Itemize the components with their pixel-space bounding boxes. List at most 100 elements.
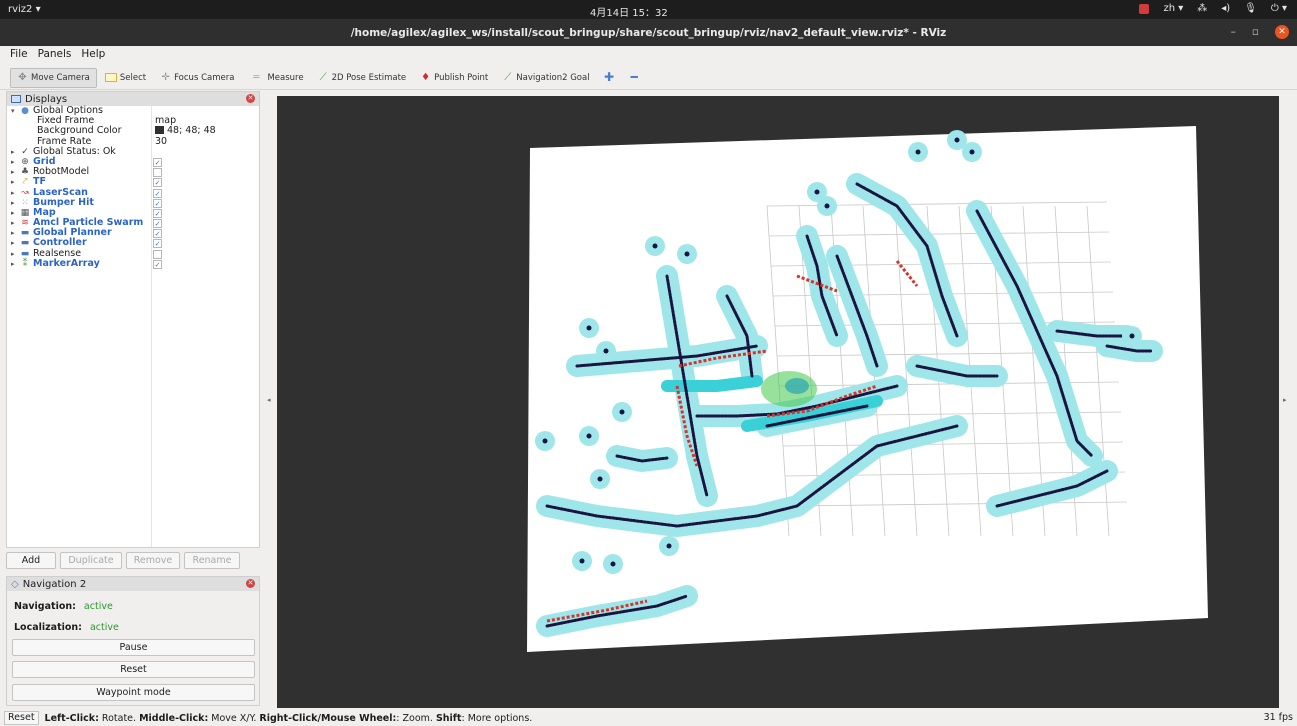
status-value: active <box>83 601 113 612</box>
minimize-icon[interactable]: – <box>1231 26 1236 38</box>
tool-2d-pose-estimate[interactable]: ⟋ 2D Pose Estimate <box>312 68 413 88</box>
expand-arrow-icon[interactable]: ▸ <box>11 259 15 269</box>
add-button[interactable]: Add <box>6 552 56 569</box>
panel-title: Displays <box>25 93 68 105</box>
hint-key: Middle-Click: <box>139 712 209 724</box>
tool-navigation2-goal[interactable]: ⟋ Navigation2 Goal <box>496 68 595 88</box>
expand-arrow-icon[interactable]: ▸ <box>11 238 15 248</box>
enable-checkbox[interactable]: ✓ <box>153 259 162 269</box>
notification-icon[interactable] <box>1139 3 1150 14</box>
obstacle-point <box>586 433 592 439</box>
language-indicator[interactable]: zh ▾ <box>1163 3 1183 14</box>
close-panel-icon[interactable]: ✕ <box>246 94 255 103</box>
duplicate-button[interactable]: Duplicate <box>60 552 122 569</box>
enable-checkbox[interactable]: ✓ <box>153 178 162 188</box>
menu-panels[interactable]: Panels <box>38 48 72 65</box>
tool-measure[interactable]: ═ Measure <box>242 68 309 88</box>
tree-label: MarkerArray <box>33 257 100 269</box>
tree-row-display[interactable]: ▸ ⁑ MarkerArray ✓ <box>7 257 259 269</box>
tool-publish-point[interactable]: ♦ Publish Point <box>414 68 494 88</box>
expand-arrow-icon[interactable]: ▸ <box>11 208 15 218</box>
enable-checkbox[interactable]: ✓ <box>153 157 162 167</box>
hint-key: Shift <box>435 712 462 724</box>
property-value[interactable]: 30 <box>155 136 167 147</box>
map-scene[interactable] <box>277 96 1279 708</box>
enable-checkbox[interactable]: ✓ <box>153 229 162 239</box>
expand-arrow-icon[interactable]: ▸ <box>11 147 15 157</box>
expand-arrow-icon[interactable]: ▸ <box>11 228 15 238</box>
enable-checkbox[interactable]: ✓ <box>153 198 162 208</box>
network-icon[interactable]: ⁂ <box>1197 3 1207 14</box>
window-title-bar[interactable]: /home/agilex/agilex_ws/install/scout_bri… <box>0 19 1297 46</box>
hint-key: Left-Click: <box>44 712 99 724</box>
expand-arrow-icon[interactable]: ▸ <box>11 218 15 228</box>
tool-add[interactable]: ✚ <box>598 68 621 88</box>
collapse-arrow-icon[interactable]: ▾ <box>11 106 15 116</box>
tree-row-display[interactable]: ▸ ⤤ TF ✓ <box>7 177 259 188</box>
volume-icon[interactable]: ◂) <box>1221 3 1230 14</box>
publish-point-icon: ♦ <box>421 72 431 83</box>
robot-model-icon: ♣ <box>20 167 30 178</box>
folder-icon: ▬ <box>20 228 30 239</box>
navigation2-panel-header: ◇ Navigation 2 ✕ <box>7 577 259 591</box>
mic-icon[interactable]: 🎙 <box>1244 3 1257 14</box>
enable-checkbox[interactable]: ✓ <box>153 208 162 218</box>
nav2-diamond-icon: ◇ <box>11 578 19 590</box>
minus-icon: ━ <box>630 70 638 84</box>
measure-icon: ═ <box>253 72 260 83</box>
obstacle-point <box>652 243 658 249</box>
splitter-handle-icon[interactable]: ◂ <box>267 396 271 404</box>
folder-icon: ▬ <box>20 248 30 259</box>
pause-button[interactable]: Pause <box>12 639 255 656</box>
expand-arrow-icon[interactable]: ▸ <box>11 167 15 177</box>
activities-app-menu[interactable]: rviz2 ▾ <box>8 4 41 15</box>
enable-checkbox[interactable]: ✓ <box>153 188 162 198</box>
close-icon[interactable]: ✕ <box>1275 25 1289 39</box>
render-viewport[interactable] <box>277 96 1279 708</box>
right-splitter[interactable]: ▸ <box>1279 96 1297 708</box>
obstacle-point <box>915 149 921 155</box>
expand-arrow-icon[interactable]: ▸ <box>11 249 15 259</box>
plus-icon: ✚ <box>604 70 615 84</box>
reset-button[interactable]: Reset <box>12 661 255 678</box>
marker-icon: ⁑ <box>22 258 28 269</box>
obstacle-point <box>542 438 548 444</box>
enable-checkbox[interactable] <box>153 168 162 178</box>
tool-move-camera[interactable]: ✥ Move Camera <box>10 67 97 88</box>
waypoint-mode-button[interactable]: Waypoint mode <box>12 684 255 701</box>
system-tray[interactable]: zh ▾ ⁂ ◂) 🎙 ⏻ ▾ <box>1139 3 1287 14</box>
laser-scan-icon: ↝ <box>21 187 29 198</box>
menu-help[interactable]: Help <box>81 48 105 65</box>
expand-arrow-icon[interactable]: ▸ <box>11 188 15 198</box>
tool-focus-camera[interactable]: ✛ Focus Camera <box>154 68 240 88</box>
power-icon[interactable]: ⏻ ▾ <box>1271 3 1287 14</box>
expand-arrow-icon[interactable]: ▸ <box>11 198 15 208</box>
enable-checkbox[interactable]: ✓ <box>153 239 162 249</box>
hint-key: Right-Click/Mouse Wheel: <box>259 712 397 724</box>
navigation-status: Navigation: active <box>14 601 113 612</box>
obstacle-point <box>954 137 960 143</box>
obstacle-point <box>814 189 820 195</box>
tool-remove[interactable]: ━ <box>623 68 646 88</box>
tool-select[interactable]: Select <box>99 68 152 88</box>
clock[interactable]: 4月14日 15：32 <box>590 4 668 19</box>
expand-arrow-icon[interactable]: ▸ <box>11 157 15 167</box>
displays-panel-header: Displays ✕ <box>7 92 259 106</box>
tf-icon: ⤤ <box>22 177 28 188</box>
enable-checkbox[interactable] <box>153 249 162 259</box>
remove-button[interactable]: Remove <box>126 552 180 569</box>
reset-view-button[interactable]: Reset <box>4 711 39 725</box>
tool-label: Focus Camera <box>174 72 235 83</box>
rename-button[interactable]: Rename <box>184 552 240 569</box>
enable-checkbox[interactable]: ✓ <box>153 219 162 229</box>
close-panel-icon[interactable]: ✕ <box>246 579 255 588</box>
expand-arrow-icon[interactable]: ▸ <box>11 177 15 187</box>
maximize-icon[interactable]: ▫ <box>1252 26 1259 38</box>
obstacle-point <box>824 203 830 209</box>
tool-label: Publish Point <box>434 72 489 83</box>
display-items: ▸ ⊕ Grid ✓ ▸ ♣ RobotModel ▸ ⤤ TF ✓ ▸ ↝ LaserScan ✓ ▸ ⁙ Bu… <box>7 156 259 269</box>
menu-file[interactable]: File <box>10 48 28 65</box>
obstacle-point <box>684 251 690 257</box>
splitter-handle-icon[interactable]: ▸ <box>1283 396 1287 404</box>
left-splitter[interactable]: ◂ <box>263 96 277 708</box>
